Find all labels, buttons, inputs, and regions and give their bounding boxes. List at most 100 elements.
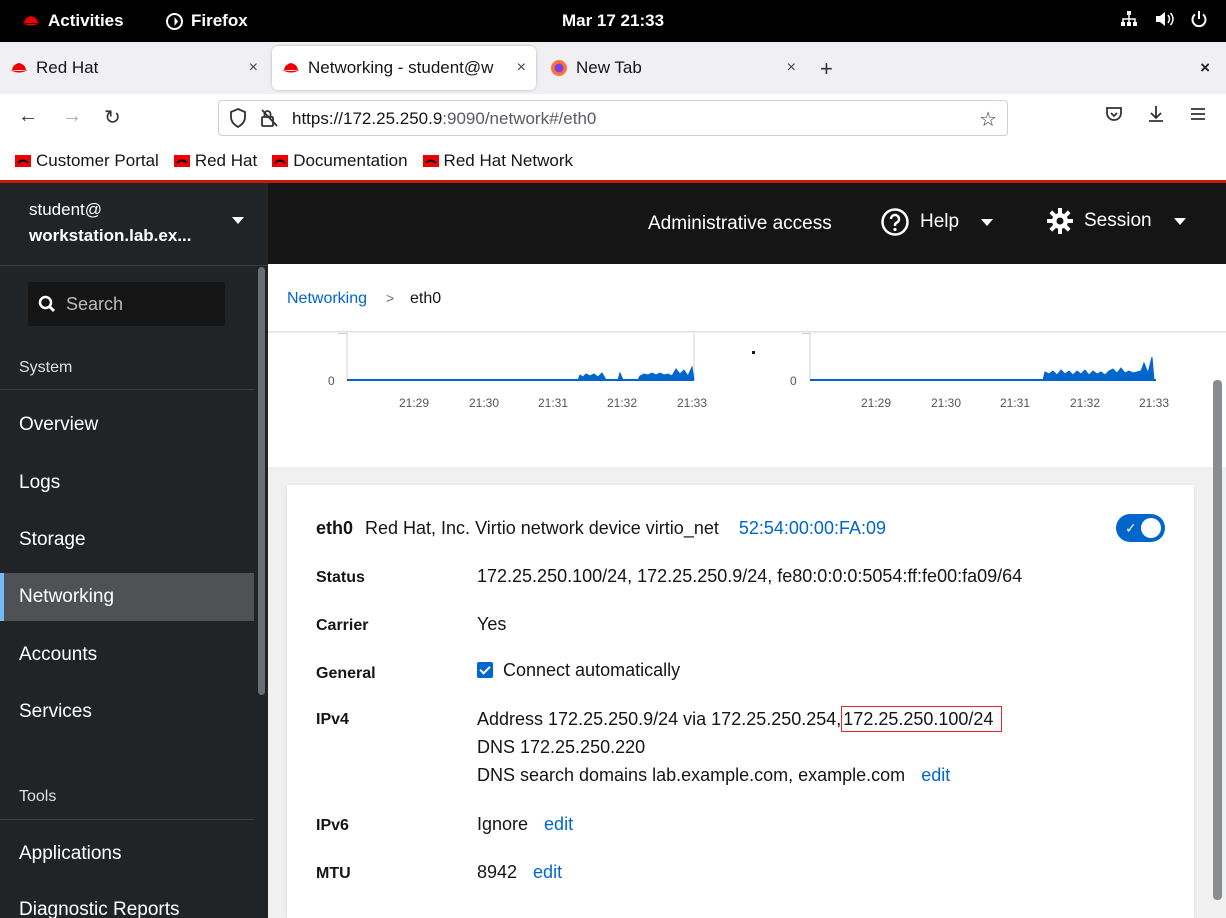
graph-area-receiving: [810, 356, 1155, 381]
sidebar-item-applications[interactable]: Applications: [0, 830, 254, 878]
sidebar-item-storage[interactable]: Storage: [0, 516, 254, 564]
reload-button[interactable]: ↻: [104, 105, 121, 130]
interface-enable-toggle[interactable]: ✓: [1116, 514, 1165, 542]
cockpit-sidebar: student@ workstation.lab.ex... Search Sy…: [0, 183, 268, 918]
tab-redhat[interactable]: Red Hat ×: [0, 46, 268, 90]
ipv6-value: Ignore: [477, 814, 529, 834]
host-dropdown-icon[interactable]: [232, 217, 244, 224]
graph-area-sending: [347, 365, 695, 381]
general-value: Connect automatically: [477, 656, 680, 684]
sidebar-item-accounts[interactable]: Accounts: [0, 631, 254, 679]
sidebar-item-diagnostic-reports[interactable]: Diagnostic Reports: [0, 886, 254, 918]
insecure-lock-icon[interactable]: [259, 108, 279, 128]
bookmark-documentation[interactable]: Documentation: [271, 151, 408, 171]
x-tick-label: 21:32: [1070, 396, 1100, 410]
sidebar-item-logs[interactable]: Logs: [0, 459, 254, 507]
downloads-icon[interactable]: [1146, 104, 1166, 124]
firefox-favicon-icon: [551, 60, 567, 76]
window-close-button[interactable]: ×: [1200, 58, 1210, 78]
x-tick-label: 21:31: [1000, 396, 1030, 410]
cockpit-header: Administrative access Help Session: [268, 183, 1226, 264]
status-value: 172.25.250.100/24, 172.25.250.9/24, fe80…: [477, 566, 1023, 586]
breadcrumb-networking-link[interactable]: Networking: [287, 290, 367, 308]
connect-automatically-checkbox[interactable]: [477, 662, 493, 678]
toolbar-icons: [1104, 104, 1208, 124]
url-path: :9090/network#/eth0: [442, 109, 597, 128]
tab-label: Red Hat: [36, 58, 99, 77]
mtu-value-row: 8942 edit: [477, 858, 562, 886]
help-menu[interactable]: Help: [880, 207, 994, 237]
search-input[interactable]: Search: [28, 282, 225, 326]
sidebar-item-services[interactable]: Services: [0, 688, 254, 736]
gear-icon: [1047, 208, 1073, 234]
nav-divider: [0, 389, 254, 390]
search-icon: [38, 295, 55, 312]
bookmark-label: Red Hat: [194, 151, 258, 170]
bookmark-red-hat-network[interactable]: Red Hat Network: [422, 151, 573, 171]
ipv6-label: IPv6: [316, 817, 349, 834]
ipv4-search-domains: DNS search domains lab.example.com, exam…: [477, 765, 906, 785]
main-scrollbar[interactable]: [1213, 380, 1222, 900]
system-tray[interactable]: [1120, 10, 1208, 28]
forward-button[interactable]: →: [62, 105, 82, 128]
carrier-label: Carrier: [316, 617, 369, 634]
tab-new-tab[interactable]: New Tab ×: [540, 46, 806, 90]
ipv4-address-line: Address 172.25.250.9/24 via 172.25.250.2…: [477, 705, 1003, 733]
redhat-favicon-icon: [10, 63, 28, 73]
graph-legend-dot: [752, 351, 755, 354]
sidebar-item-overview[interactable]: Overview: [0, 401, 254, 449]
x-tick-label: 21:30: [469, 396, 499, 410]
help-label: Help: [920, 211, 960, 232]
clock[interactable]: Mar 17 21:33: [0, 11, 1226, 31]
x-tick-label: 21:29: [861, 396, 891, 410]
status-label: Status: [316, 569, 365, 586]
graph-receiving: 0 21:29 21:30 21:31 21:32 21:33: [790, 333, 1169, 410]
gnome-top-bar: Activities Firefox Mar 17 21:33: [0, 0, 1226, 42]
tab-close-icon[interactable]: ×: [517, 59, 526, 77]
bookmark-label: Customer Portal: [36, 151, 159, 170]
traffic-graphs: 0 21:29 21:30 21:31 21:32 21:33 0 21:29 …: [268, 333, 1226, 467]
bookmark-star-icon[interactable]: ☆: [979, 107, 997, 132]
url-bar[interactable]: https://172.25.250.9:9090/network#/eth0 …: [218, 100, 1008, 136]
network-icon: [1121, 11, 1137, 26]
ipv4-extra-address-highlight: 172.25.250.100/24: [841, 706, 1003, 732]
new-tab-button[interactable]: +: [820, 56, 833, 82]
sidebar-item-networking[interactable]: Networking: [0, 573, 254, 621]
volume-icon: [1156, 12, 1174, 26]
interface-title: eth0 Red Hat, Inc. Virtio network device…: [316, 518, 886, 539]
shield-icon[interactable]: [229, 108, 247, 128]
tab-close-icon[interactable]: ×: [787, 59, 796, 77]
ipv6-edit-link[interactable]: edit: [544, 814, 573, 834]
menu-icon[interactable]: [1188, 104, 1208, 124]
ipv4-edit-link[interactable]: edit: [921, 765, 950, 785]
chevron-down-icon: [1173, 217, 1186, 225]
nav-group-tools: Tools: [19, 788, 57, 805]
x-tick-label: 21:33: [677, 396, 707, 410]
host-name: workstation.lab.ex...: [29, 226, 192, 245]
ipv6-value-row: Ignore edit: [477, 810, 573, 838]
nav-group-system: System: [19, 359, 73, 376]
mtu-edit-link[interactable]: edit: [533, 862, 562, 882]
tab-close-icon[interactable]: ×: [249, 59, 258, 77]
ipv4-value: Address 172.25.250.9/24 via 172.25.250.2…: [477, 705, 1003, 789]
bookmark-customer-portal[interactable]: Customer Portal: [14, 151, 159, 171]
administrative-access-button[interactable]: Administrative access: [648, 213, 832, 235]
pocket-icon[interactable]: [1104, 104, 1124, 124]
redhat-shadowman-icon: [422, 155, 439, 167]
session-menu[interactable]: Session: [1046, 207, 1186, 235]
sidebar-scrollbar[interactable]: [258, 267, 265, 695]
navigation-bar: ← → ↻ https://172.25.250.9:9090/network#…: [0, 94, 1226, 142]
tab-networking[interactable]: Networking - student@w ×: [272, 46, 536, 90]
tab-strip: Red Hat × Networking - student@w × New T…: [0, 42, 1226, 94]
url-text: https://172.25.250.9:9090/network#/eth0: [292, 109, 596, 129]
breadcrumb: Networking > eth0: [268, 264, 1226, 332]
back-button[interactable]: ←: [18, 105, 38, 128]
bookmarks-toolbar: Customer Portal Red Hat Documentation Re…: [0, 142, 1226, 180]
host-switcher[interactable]: student@ workstation.lab.ex...: [29, 197, 192, 249]
bookmark-label: Red Hat Network: [443, 151, 573, 170]
search-placeholder: Search: [66, 293, 124, 314]
bookmark-red-hat[interactable]: Red Hat: [173, 151, 257, 171]
interface-card: eth0 Red Hat, Inc. Virtio network device…: [287, 485, 1194, 918]
main-content: Networking > eth0 0 21:29 21:30 21:31 21…: [268, 264, 1226, 918]
x-tick-label: 21:31: [538, 396, 568, 410]
